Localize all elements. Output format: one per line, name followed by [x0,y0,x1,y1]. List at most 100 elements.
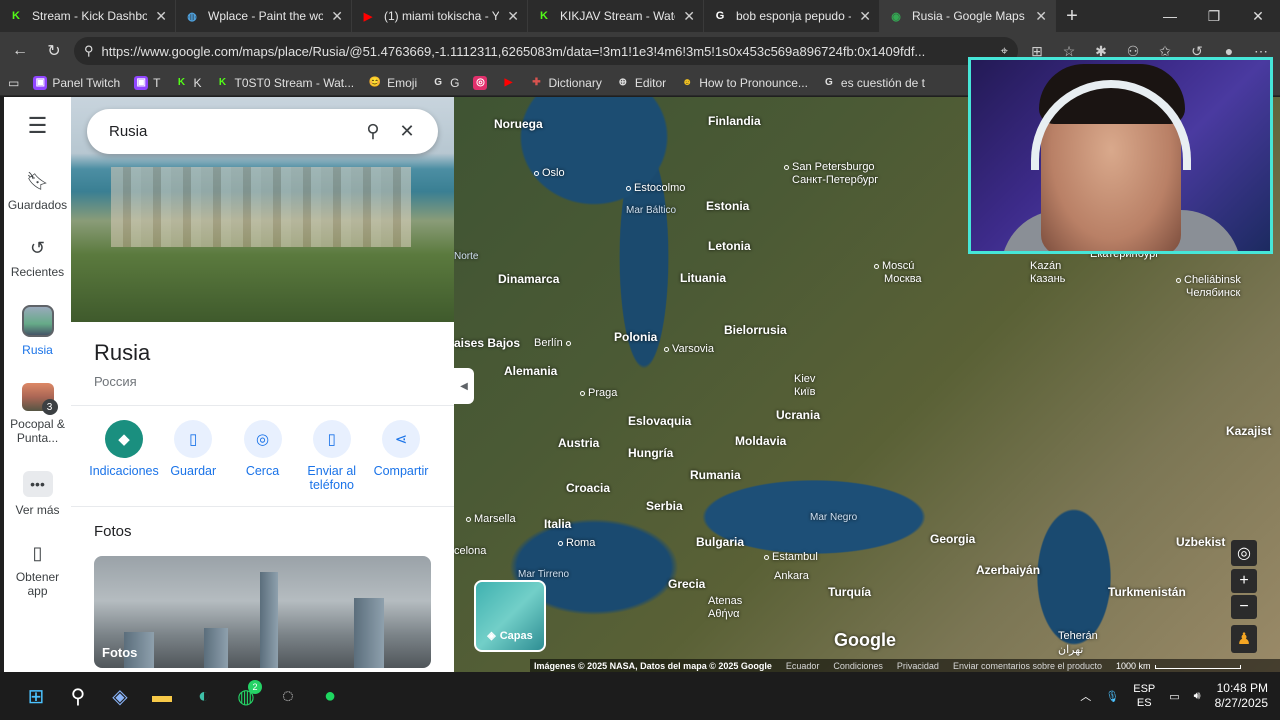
tab-google-maps[interactable]: ◉ Rusia - Google Maps ✕ [880,0,1056,32]
map-label: Bielorrusia [724,323,787,337]
spotify-icon[interactable]: ● [310,676,350,716]
bookmark-tosto-stream[interactable]: K T0ST0 Stream - Wat... [216,76,354,90]
map-label: Polonia [614,330,658,344]
edge-browser-icon[interactable]: ◐ [184,676,224,716]
rail-get-app[interactable]: ▯ Obtener app [6,543,70,598]
bookmark-panel-twitch[interactable]: ▣ Panel Twitch [33,75,120,90]
map-label: Hungría [628,446,674,460]
directions-button[interactable]: ◆ Indicaciones [89,420,159,506]
map-label: Uzbekist [1176,535,1226,549]
language-indicator[interactable]: ESP ES [1133,682,1155,710]
zoom-out-button[interactable]: − [1231,595,1257,619]
rail-saved[interactable]: 🔖︎ Guardados [6,171,70,212]
close-icon[interactable]: ✕ [507,8,519,25]
bookmark-t[interactable]: ▣ T [134,75,161,90]
close-window-icon[interactable]: ✕ [1236,0,1280,32]
rail-more[interactable]: ••• Ver más [6,471,70,517]
tab-google-search[interactable]: G bob esponja pepudo - Buscar ✕ [704,0,880,32]
clear-search-icon[interactable]: ✕ [390,121,424,142]
reload-icon[interactable]: ↻ [40,37,68,65]
tab-kikjav-stream[interactable]: K KIKJAV Stream - Watch Live ✕ [528,0,704,32]
network-icon[interactable]: ▭ [1169,690,1179,703]
photos-thumbnail[interactable]: Fotos [94,556,431,668]
terms-link[interactable]: Condiciones [833,661,883,671]
scale-indicator[interactable]: 1000 km [1116,661,1241,671]
bookmarks-menu-icon[interactable]: ▭ [8,76,19,90]
rail-pocopal[interactable]: 3 Pocopal & Punta... [6,383,70,445]
nearby-button[interactable]: ◎ Cerca [230,420,296,506]
my-location-button[interactable]: ◎ [1231,540,1257,566]
address-bar[interactable]: ⚲ https://www.google.com/maps/place/Rusi… [74,37,1018,65]
share-icon: ⋖ [382,420,420,458]
copilot-icon[interactable]: ◈ [100,676,140,716]
map-label: Lituania [680,271,727,285]
search-box[interactable]: Rusia ⚲ ✕ [87,109,438,154]
layers-button[interactable]: ◈ Capas [474,580,546,652]
tab-label: (1) miami tokischa - YouTube [384,9,499,23]
tab-wplace[interactable]: ◍ Wplace - Paint the world ✕ [176,0,352,32]
bookmark-editor[interactable]: ⊕ Editor [616,76,667,90]
rail-recent[interactable]: ↺ Recientes [6,238,70,279]
share-button[interactable]: ⋖ Compartir [368,420,434,506]
emoji-icon: 😊 [368,77,382,88]
maximize-icon[interactable]: ❐ [1192,0,1236,32]
back-icon[interactable]: ← [6,37,34,65]
street-view-pegman-icon[interactable]: ♟ [1231,625,1257,653]
save-button[interactable]: ▯ Guardar [160,420,226,506]
place-actions: ◆ Indicaciones ▯ Guardar ◎ Cerca ▯ Enviar al… [71,406,454,506]
bookmark-es-cuestion[interactable]: Ges cuestión de t [822,76,925,90]
file-explorer-icon[interactable]: ▬ [142,676,182,716]
kick-icon: K [540,10,548,22]
bookmark-k[interactable]: KK [175,76,202,90]
search-icon[interactable]: ⚲ [58,676,98,716]
bookmark-emoji[interactable]: 😊 Emoji [368,76,417,90]
kick-icon: K [177,77,186,88]
system-tray: ︿ 🎙︎ ESP ES ▭ 🔊︎ 10:48 PM 8/27/2025 [1080,672,1268,720]
close-icon[interactable]: ✕ [683,8,695,25]
scale-bar [1154,664,1241,669]
map-label: Varsovia [664,343,714,355]
google-logo: Google [834,630,896,650]
map-label: Noruega [494,117,543,131]
bookmark-youtube[interactable]: ▶ [501,76,515,90]
recording-icon[interactable]: ◌ [268,676,308,716]
map-label: Kiev [794,373,816,385]
zoom-in-button[interactable]: + [1231,569,1257,593]
tab-label: KIKJAV Stream - Watch Live [560,9,675,23]
tab-label: Rusia - Google Maps [912,9,1025,23]
whatsapp-icon[interactable]: ◍ 2 [226,676,266,716]
site-info-icon[interactable]: ⚲ [84,43,94,59]
search-icon[interactable]: ⚲ [356,121,390,142]
minimize-icon[interactable]: — [1148,0,1192,32]
collapse-panel-button[interactable]: ◀ [454,368,474,404]
menu-button[interactable]: ☰ [6,113,70,145]
feedback-link[interactable]: Enviar comentarios sobre el producto [953,661,1102,671]
tab-youtube[interactable]: ▶ (1) miami tokischa - YouTube ✕ [352,0,528,32]
privacy-link[interactable]: Privacidad [897,661,939,671]
clock[interactable]: 10:48 PM 8/27/2025 [1215,681,1268,711]
chevron-up-icon[interactable]: ︿ [1080,688,1091,704]
close-icon[interactable]: ✕ [859,8,871,25]
country-link[interactable]: Ecuador [786,661,820,671]
rail-current-place[interactable]: Rusia [6,305,70,357]
close-icon[interactable]: ✕ [155,8,167,25]
search-input[interactable]: Rusia [109,123,356,140]
bookmark-dictionary[interactable]: ✚ Dictionary [529,76,602,90]
window-controls: — ❐ ✕ [1148,0,1280,32]
google-icon: G [715,10,725,22]
hero-photo[interactable]: Rusia ⚲ ✕ [71,97,454,322]
volume-icon[interactable]: 🔊︎ [1194,690,1201,703]
windows-start-icon[interactable]: ⊞ [16,676,56,716]
bookmark-how-to-pronounce[interactable]: ☻ How to Pronounce... [680,76,808,90]
bookmark-g[interactable]: GG [431,76,459,90]
new-tab-button[interactable]: + [1056,0,1088,32]
microphone-icon[interactable]: 🎙︎ [1105,690,1119,703]
photo-tower [204,628,228,668]
close-icon[interactable]: ✕ [331,8,343,25]
tab-label: Wplace - Paint the world [208,9,324,23]
close-icon[interactable]: ✕ [1035,8,1047,25]
tab-kick-dashboard[interactable]: K Stream - Kick Dashboard ✕ [0,0,176,32]
send-to-phone-button[interactable]: ▯ Enviar al teléfono [299,420,365,506]
map-label: Moscú [874,260,914,272]
bookmark-instagram[interactable]: ◎ [473,75,488,90]
